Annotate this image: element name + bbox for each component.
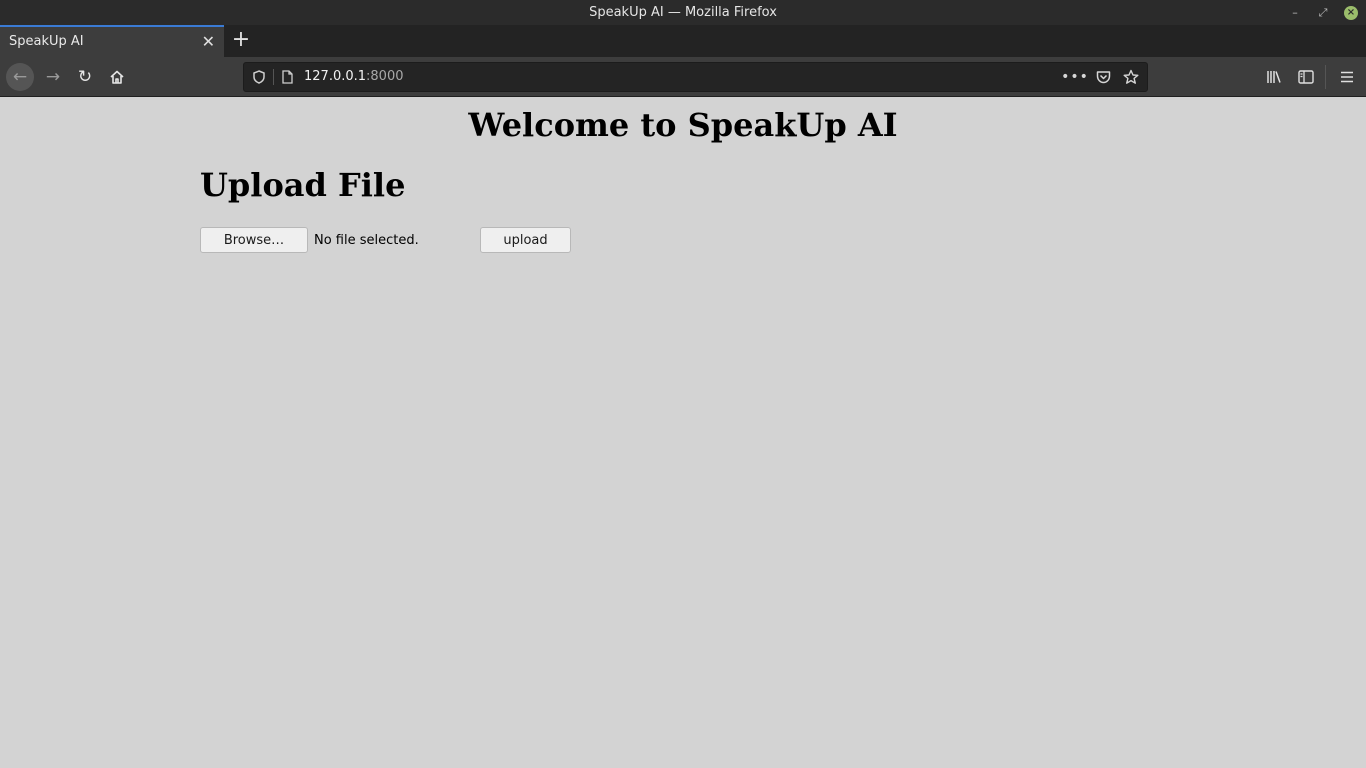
page-actions-more-icon[interactable]: •••	[1061, 63, 1088, 91]
tab-label: SpeakUp AI	[9, 34, 84, 49]
restore-icon[interactable]: ⤢	[1316, 6, 1330, 20]
close-window-icon[interactable]: ×	[1344, 5, 1358, 20]
tracking-protection-shield-icon[interactable]	[248, 63, 270, 91]
menu-icon-shape	[1341, 71, 1353, 83]
page-title: Welcome to SpeakUp AI	[468, 106, 898, 144]
window-title: SpeakUp AI — Mozilla Firefox	[589, 5, 777, 20]
page-icon-shape	[282, 70, 293, 84]
upload-section-title: Upload File	[200, 166, 406, 204]
url-port: :8000	[366, 69, 404, 84]
star-icon-shape	[1123, 69, 1139, 84]
window-titlebar: SpeakUp AI — Mozilla Firefox – ⤢ ×	[0, 0, 1366, 25]
page-content: Welcome to SpeakUp AI Upload File Browse…	[0, 98, 1366, 768]
tab-strip: SpeakUp AI ✕ +	[0, 25, 1366, 57]
home-icon[interactable]	[103, 63, 131, 91]
file-selection-status: No file selected.	[314, 232, 419, 248]
toolbar-divider	[1325, 65, 1326, 89]
url-host: 127.0.0.1	[304, 69, 367, 84]
reload-icon[interactable]: ↻	[71, 63, 99, 91]
upload-button[interactable]: upload	[480, 227, 571, 253]
page-info-icon[interactable]	[276, 63, 298, 91]
home-icon-shape	[110, 70, 124, 84]
shield-icon-shape	[253, 70, 265, 84]
pocket-icon[interactable]	[1091, 63, 1115, 91]
url-text[interactable]: 127.0.0.1:8000	[304, 63, 404, 91]
pocket-icon-shape	[1096, 71, 1110, 84]
library-icon[interactable]	[1260, 63, 1288, 91]
forward-arrow-icon[interactable]: →	[39, 63, 67, 91]
new-tab-icon[interactable]: +	[230, 25, 252, 57]
sidebar-toggle-icon[interactable]	[1292, 63, 1320, 91]
tab-speakup-ai[interactable]: SpeakUp AI ✕	[0, 25, 224, 57]
address-bar[interactable]: 127.0.0.1:8000 •••	[243, 62, 1148, 92]
window-controls: – ⤢ ×	[1288, 0, 1358, 25]
browse-file-button[interactable]: Browse…	[200, 227, 308, 253]
navigation-toolbar: ← → ↻ 127.0.0.1:8000 •••	[0, 57, 1366, 97]
urlbar-divider	[273, 69, 274, 85]
back-arrow-icon[interactable]: ←	[6, 63, 34, 91]
upload-form: Browse… No file selected. upload	[200, 227, 571, 253]
sidebar-icon-shape	[1298, 70, 1314, 84]
bookmark-star-icon[interactable]	[1119, 63, 1143, 91]
hamburger-menu-icon[interactable]	[1333, 63, 1361, 91]
minimize-icon[interactable]: –	[1288, 6, 1302, 20]
tab-close-icon[interactable]: ✕	[202, 27, 215, 57]
library-icon-shape	[1267, 71, 1281, 83]
